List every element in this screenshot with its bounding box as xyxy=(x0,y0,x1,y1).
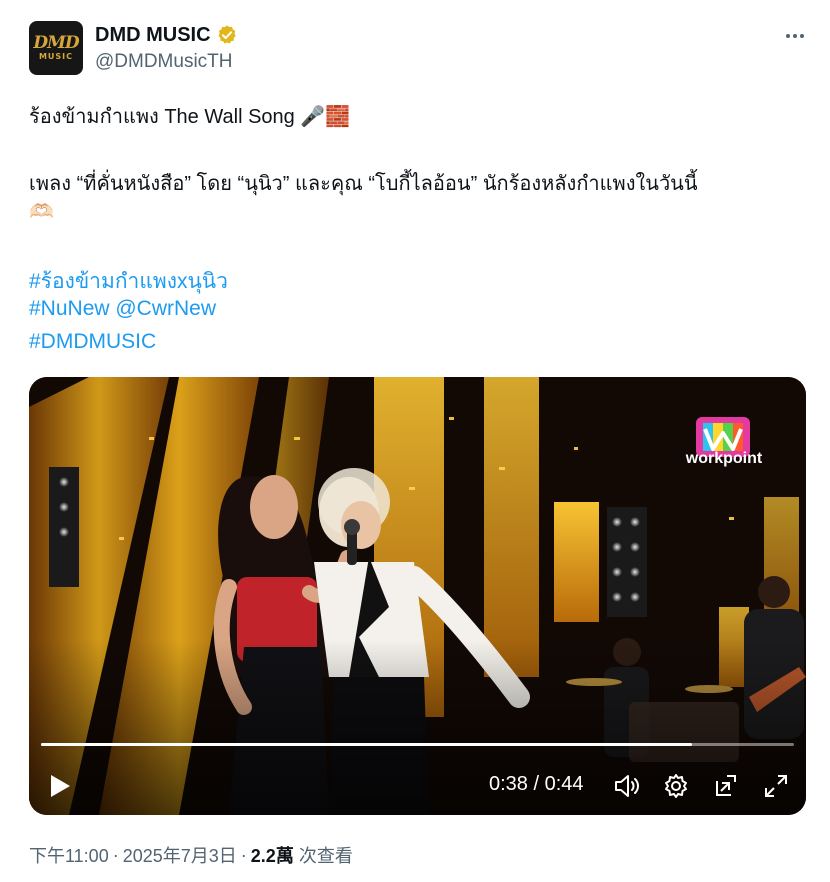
tweet-meta: 下午11:00 · 2025年7月3日 · 2.2萬 次查看 xyxy=(29,842,353,868)
settings-icon xyxy=(665,774,687,798)
meta-separator: · xyxy=(240,844,247,865)
hashtag-mention-link[interactable]: #NuNew @CwrNew xyxy=(29,297,216,321)
settings-button[interactable] xyxy=(660,770,692,802)
avatar-logo-text: DMD xyxy=(33,32,79,53)
more-options-button[interactable] xyxy=(780,24,810,48)
channel-watermark: workpoint xyxy=(685,450,763,467)
author-display-name[interactable]: DMD MUSIC xyxy=(95,24,211,47)
hashtag-link[interactable]: #DMDMUSIC xyxy=(29,330,156,354)
tweet-text-line-3: 🫶🏻 xyxy=(29,201,54,223)
fullscreen-icon xyxy=(765,775,787,797)
more-dot-icon xyxy=(800,34,804,38)
tweet-text-line-1: ร้องข้ามกำแพง The Wall Song 🎤🧱 xyxy=(29,106,351,128)
avatar[interactable]: DMD MUSIC xyxy=(29,21,83,75)
volume-button[interactable] xyxy=(611,770,643,802)
author-handle[interactable]: @DMDMusicTH xyxy=(95,51,233,73)
author-name-row[interactable]: DMD MUSIC xyxy=(95,22,238,48)
views-label[interactable]: 次查看 xyxy=(299,842,353,868)
pip-icon xyxy=(716,775,736,796)
more-dot-icon xyxy=(786,34,790,38)
play-button[interactable] xyxy=(43,770,77,802)
tweet-date[interactable]: 2025年7月3日 xyxy=(123,842,237,868)
tweet-card: DMD MUSIC DMD MUSIC @DMDMusicTH ร้องข้าม… xyxy=(0,0,830,882)
avatar-logo-subtext: MUSIC xyxy=(38,51,74,61)
views-count[interactable]: 2.2萬 xyxy=(251,842,294,868)
volume-icon xyxy=(615,775,639,797)
video-player[interactable]: workpoint 0:38 / 0:44 xyxy=(29,377,806,815)
tweet-text-line-2: เพลง “ที่คั่นหนังสือ” โดย “นุนิว” และคุณ… xyxy=(29,173,698,195)
play-icon xyxy=(51,775,70,797)
gold-verified-icon[interactable] xyxy=(216,24,238,46)
tweet-time[interactable]: 下午11:00 xyxy=(29,842,109,868)
more-dot-icon xyxy=(793,34,797,38)
fullscreen-button[interactable] xyxy=(760,770,792,802)
hashtag-link[interactable]: #ร้องข้ามกำแพงxนุนิว xyxy=(29,265,228,298)
meta-separator: · xyxy=(112,844,119,865)
video-progress-bar[interactable] xyxy=(41,743,794,746)
video-progress-fill xyxy=(41,743,692,746)
picture-in-picture-button[interactable] xyxy=(710,770,742,802)
video-time-display: 0:38 / 0:44 xyxy=(489,773,584,795)
